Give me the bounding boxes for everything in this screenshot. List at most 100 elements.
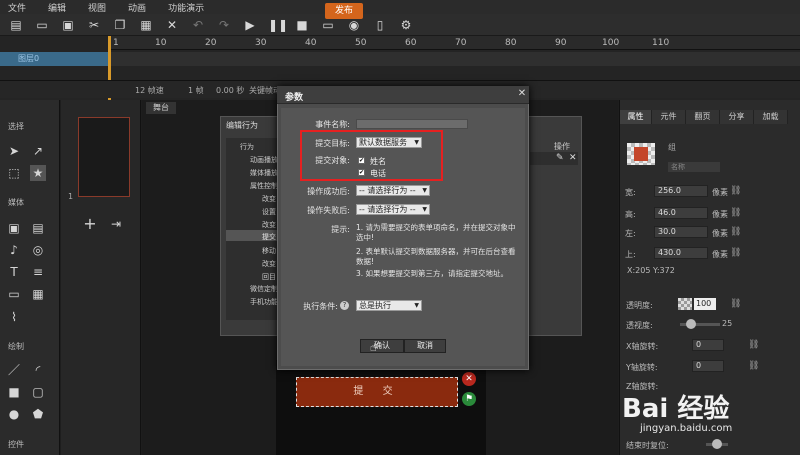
top-input[interactable]: 430.0 — [654, 247, 708, 259]
chart-icon[interactable]: ⌇ — [6, 309, 22, 325]
redo-icon[interactable]: ↷ — [216, 17, 232, 33]
tree-item[interactable]: 回目 — [262, 272, 276, 282]
pointer-icon[interactable]: ➤ — [6, 143, 22, 159]
action-icon[interactable]: ⚑ — [462, 392, 476, 406]
frame-icon[interactable]: ▭ — [6, 286, 22, 302]
path-icon[interactable]: ↗ — [30, 143, 46, 159]
tree-item[interactable]: 改变 — [262, 194, 276, 204]
component-color-swatch[interactable] — [634, 147, 648, 161]
tree-root[interactable]: 行为 — [240, 142, 254, 152]
link-icon[interactable]: ⛓ — [730, 186, 741, 196]
event-name-input[interactable] — [356, 119, 468, 129]
rectangle-icon[interactable]: ■ — [6, 384, 22, 400]
curve-icon[interactable]: ◜ — [30, 362, 46, 378]
import-page-icon[interactable]: ⇥ — [108, 216, 124, 232]
delete-icon[interactable]: ✕ — [164, 17, 180, 33]
play-icon[interactable]: ▶ — [242, 17, 258, 33]
width-input[interactable]: 256.0 — [654, 185, 708, 197]
link-icon[interactable]: ⛓ — [730, 299, 741, 309]
condition-select[interactable]: 总是执行 ▼ — [356, 300, 422, 311]
section-select[interactable]: 选择 — [0, 120, 60, 134]
reset-toggle-knob[interactable] — [712, 439, 722, 449]
rounded-rect-icon[interactable]: ▢ — [30, 384, 46, 400]
link-icon[interactable]: ⛓ — [730, 248, 741, 258]
tab-flip[interactable]: 翻页 — [686, 110, 720, 124]
on-fail-select[interactable]: -- 请选择行为 -- ▼ — [356, 204, 430, 215]
stage-tab[interactable]: 舞台 — [146, 102, 176, 114]
height-input[interactable]: 46.0 — [654, 207, 708, 219]
line-icon[interactable]: ／ — [6, 362, 22, 378]
tree-item-selected[interactable]: 提交 — [262, 232, 276, 242]
link-icon[interactable]: ⛓ — [730, 227, 741, 237]
publish-button[interactable]: 发布 — [325, 3, 363, 19]
tree-item[interactable]: 媒体播放 — [250, 168, 278, 178]
tree-item[interactable]: 改变 — [262, 220, 276, 230]
menu-animation[interactable]: 动画 — [128, 1, 146, 14]
star-tool-icon[interactable]: ★ — [30, 165, 46, 181]
pentagon-icon[interactable]: ⬟ — [30, 406, 46, 422]
new-file-icon[interactable]: ▤ — [8, 17, 24, 33]
select-box-icon[interactable]: ⬚ — [6, 165, 22, 181]
remove-icon[interactable]: ✕ — [462, 372, 476, 386]
phone-icon[interactable]: ▯ — [372, 17, 388, 33]
add-page-icon[interactable]: + — [82, 216, 98, 232]
tree-item[interactable]: 微信定制 — [250, 284, 278, 294]
stop-icon[interactable]: ■ — [294, 17, 310, 33]
tree-item[interactable]: 动画播放 — [250, 155, 278, 165]
settings-icon[interactable]: ⚙ — [398, 17, 414, 33]
link-icon[interactable]: ⛓ — [730, 208, 741, 218]
blur-slider-knob[interactable] — [686, 319, 696, 329]
link-icon[interactable]: ⛓ — [748, 361, 759, 371]
undo-icon[interactable]: ↶ — [190, 17, 206, 33]
opacity-select[interactable]: 100 — [694, 298, 716, 310]
grid-icon[interactable]: ▦ — [30, 286, 46, 302]
layer-row[interactable] — [0, 52, 110, 66]
delete-icon[interactable]: ✕ — [569, 153, 577, 163]
xrot-input[interactable]: 0 — [692, 339, 724, 351]
gallery-icon[interactable]: ▤ — [30, 220, 46, 236]
timeline-ruler[interactable]: 1 10 20 30 40 50 60 70 80 90 100 110 — [110, 36, 800, 50]
menu-edit[interactable]: 编辑 — [48, 1, 66, 14]
tree-item[interactable]: 属性控制 — [250, 181, 278, 191]
menu-view[interactable]: 视图 — [88, 1, 106, 14]
page-thumbnail[interactable] — [78, 117, 130, 197]
confirm-button[interactable]: 确认 — [360, 339, 404, 353]
help-icon[interactable]: ? — [340, 301, 349, 310]
circle-icon[interactable]: ● — [6, 406, 22, 422]
section-media[interactable]: 媒体 — [0, 196, 60, 210]
opacity-swatch[interactable] — [678, 298, 692, 310]
copy-icon[interactable]: ❐ — [112, 17, 128, 33]
menu-file[interactable]: 文件 — [8, 1, 26, 14]
link-icon[interactable]: ⛓ — [748, 340, 759, 350]
tab-loading[interactable]: 加载 — [754, 110, 788, 124]
close-icon[interactable]: ✕ — [516, 88, 528, 100]
pause-icon[interactable]: ❚❚ — [268, 17, 288, 33]
section-controls[interactable]: 控件 — [0, 438, 60, 452]
tree-item[interactable]: 改变 — [262, 259, 276, 269]
cut-icon[interactable]: ✂ — [86, 17, 102, 33]
left-input[interactable]: 30.0 — [654, 226, 708, 238]
on-success-select[interactable]: -- 请选择行为 -- ▼ — [356, 185, 430, 196]
text-icon[interactable]: T — [6, 264, 22, 280]
tab-components[interactable]: 元件 — [652, 110, 686, 124]
menu-demo[interactable]: 功能演示 — [168, 1, 204, 14]
tree-item[interactable]: 手机功能 — [250, 297, 278, 307]
image-icon[interactable]: ▣ — [6, 220, 22, 236]
component-name-input[interactable]: 名称 — [668, 162, 720, 172]
open-file-icon[interactable]: ▭ — [34, 17, 50, 33]
video-icon[interactable]: ◎ — [30, 242, 46, 258]
yrot-input[interactable]: 0 — [692, 360, 724, 372]
list-icon[interactable]: ≡ — [30, 264, 46, 280]
audio-icon[interactable]: ♪ — [6, 242, 22, 258]
cancel-button[interactable]: 取消 — [404, 339, 446, 353]
edit-icon[interactable]: ✎ — [556, 153, 564, 163]
tab-share[interactable]: 分享 — [720, 110, 754, 124]
paste-icon[interactable]: ▦ — [138, 17, 154, 33]
tree-item[interactable]: 移动 — [262, 246, 276, 256]
save-icon[interactable]: ▣ — [60, 17, 76, 33]
tree-item[interactable]: 设置 — [262, 207, 276, 217]
tab-properties[interactable]: 属性 — [620, 110, 652, 124]
layer-track[interactable] — [110, 52, 800, 66]
section-draw[interactable]: 绘制 — [0, 340, 60, 354]
submit-button[interactable]: 提 交 — [296, 377, 458, 407]
